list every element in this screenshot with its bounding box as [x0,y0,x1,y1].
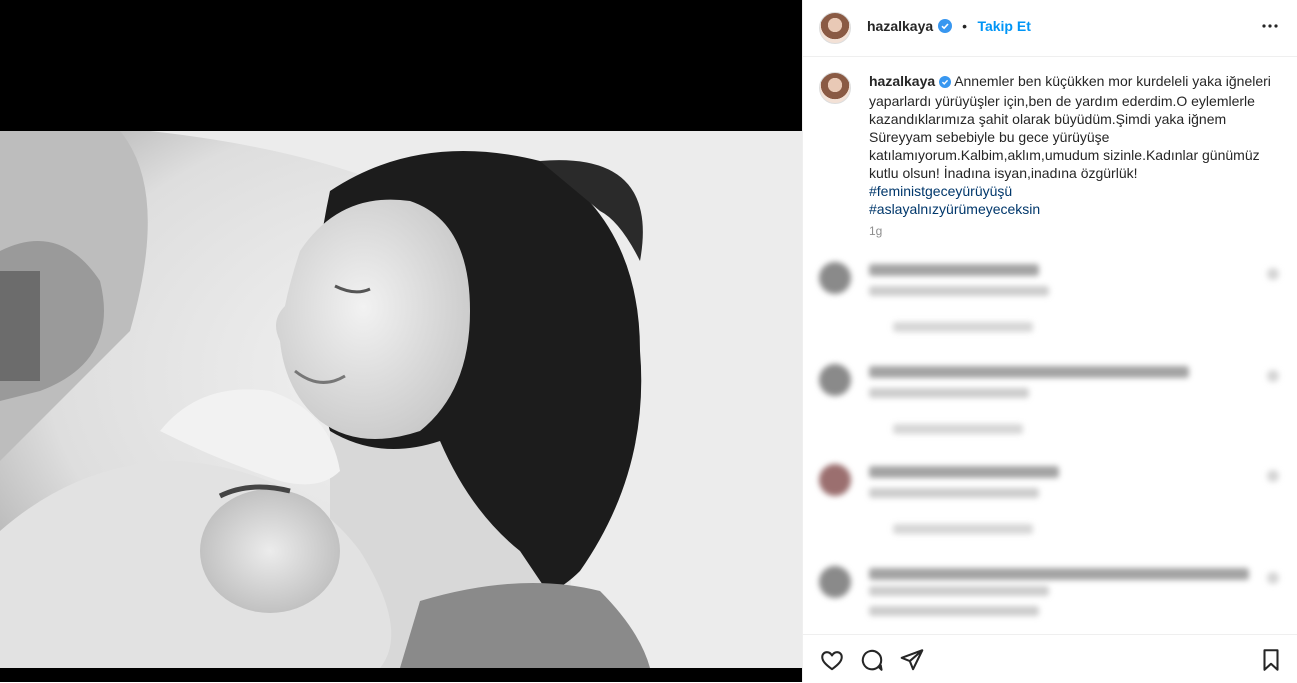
comment-blurred [819,560,1279,630]
bookmark-icon[interactable] [1258,647,1284,673]
post-photo[interactable] [0,131,802,668]
comment-blurred [819,458,1279,548]
post-side-pane: hazalkaya • Takip Et hazalkaya Annemler … [802,0,1297,683]
avatar[interactable] [819,12,851,44]
post-caption: hazalkaya Annemler ben küçükken mor kurd… [869,72,1279,218]
share-icon[interactable] [899,647,925,673]
comment-blurred [819,358,1279,448]
more-options-icon[interactable] [1258,14,1282,38]
hashtag-link[interactable]: #feministgeceyürüyüşü [869,182,1279,200]
comment-icon[interactable] [859,647,885,673]
post-media-pane [0,0,802,682]
caption-avatar[interactable] [819,72,851,104]
post-age: 1g [869,224,883,238]
header-user-row: hazalkaya • Takip Et [867,18,1031,38]
post-dialog: hazalkaya • Takip Et hazalkaya Annemler … [0,0,1297,683]
separator-dot: • [962,18,967,34]
verified-badge-icon [937,19,952,38]
post-header: hazalkaya • Takip Et [803,0,1297,57]
comment-blurred [819,256,1279,346]
caption-username[interactable]: hazalkaya [869,73,935,89]
hashtag-link[interactable]: #aslayalnızyürümeyeceksin [869,200,1279,218]
header-username[interactable]: hazalkaya [867,18,933,34]
caption-text: Annemler ben küçükken mor kurdeleli yaka… [869,73,1271,181]
verified-badge-icon [939,74,952,92]
follow-button[interactable]: Takip Et [977,18,1030,34]
heart-icon[interactable] [819,647,845,673]
post-actions-bar [803,634,1297,683]
